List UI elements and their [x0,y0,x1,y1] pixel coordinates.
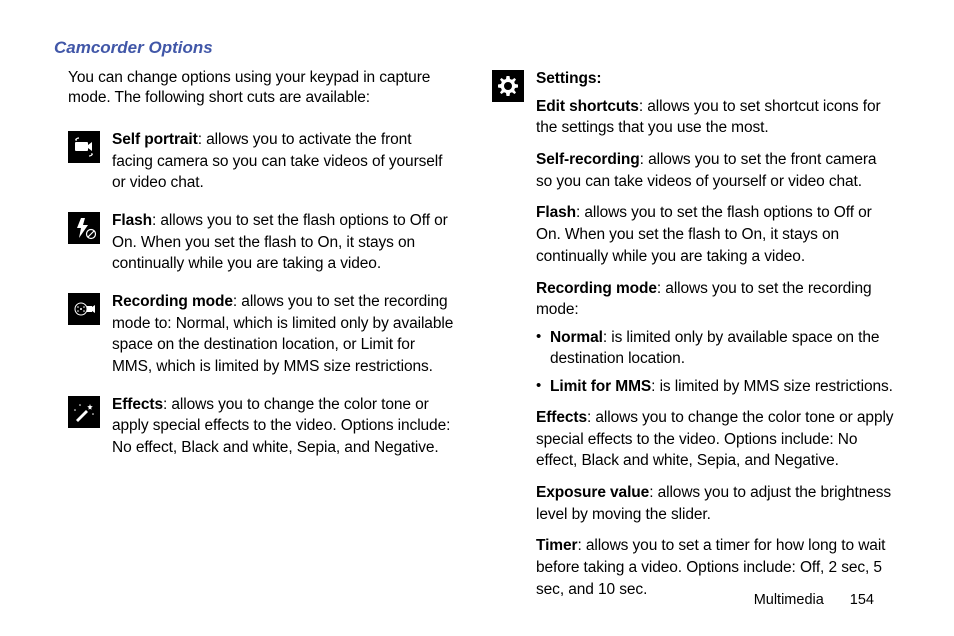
settings-heading: Settings: [536,70,601,87]
intro-text: You can change options using your keypad… [54,68,456,109]
section-title: Camcorder Options [54,38,894,58]
item-recording-mode: Recording mode: allows you to set the re… [54,291,456,378]
item-desc: Effects: allows you to change the color … [112,394,456,459]
item-label: Effects [112,396,163,413]
normal-label: Normal [550,329,603,346]
list-item: Limit for MMS: is limited by MMS size re… [536,376,894,397]
right-column: Settings: Edit shortcuts : allows you to … [492,68,894,611]
settings-effects-text: : allows you to change the color tone or… [536,409,893,469]
mms-label: Limit for MMS [550,378,651,395]
settings-icon-col [492,68,524,611]
footer-section: Multimedia [754,592,824,608]
item-label: Recording mode [112,293,233,310]
footer-page: 154 [850,592,874,608]
settings-recmode-label: Recording mode [536,280,657,297]
timer-label: Timer [536,537,577,554]
settings-effects-label: Effects [536,409,587,426]
recording-mode-list: Normal: is limited only by available spa… [536,327,894,397]
settings-icon [492,70,524,102]
item-effects: Effects: allows you to change the color … [54,394,456,459]
list-item: Normal: is limited only by available spa… [536,327,894,370]
recording-mode-icon [68,293,100,325]
mms-text: : is limited by MMS size restrictions. [651,378,893,395]
self-recording-label: Self-recording [536,151,640,168]
item-flash: Flash: allows you to set the flash optio… [54,210,456,275]
effects-icon [68,396,100,428]
settings-text: Settings: Edit shortcuts : allows you to … [536,68,894,611]
edit-shortcuts-label: Edit shortcuts [536,98,639,115]
settings-block: Settings: Edit shortcuts : allows you to … [492,68,894,611]
item-text: : allows you to set the flash options to… [112,212,448,272]
item-text: : allows you to change the color tone or… [112,396,450,456]
content-columns: You can change options using your keypad… [54,68,894,611]
item-self-portrait: Self portrait: allows you to activate th… [54,129,456,194]
item-label: Self portrait [112,131,198,148]
settings-flash-text: : allows you to set the flash options to… [536,204,872,264]
timer-text: : allows you to set a timer for how long… [536,537,885,597]
item-desc: Self portrait: allows you to activate th… [112,129,456,194]
settings-flash-label: Flash [536,204,576,221]
page-footer: Multimedia 154 [754,592,874,608]
item-desc: Recording mode: allows you to set the re… [112,291,456,378]
item-label: Flash [112,212,152,229]
item-desc: Flash: allows you to set the flash optio… [112,210,456,275]
left-column: You can change options using your keypad… [54,68,456,611]
exposure-label: Exposure value [536,484,649,501]
flash-icon [68,212,100,244]
self-portrait-icon [68,131,100,163]
